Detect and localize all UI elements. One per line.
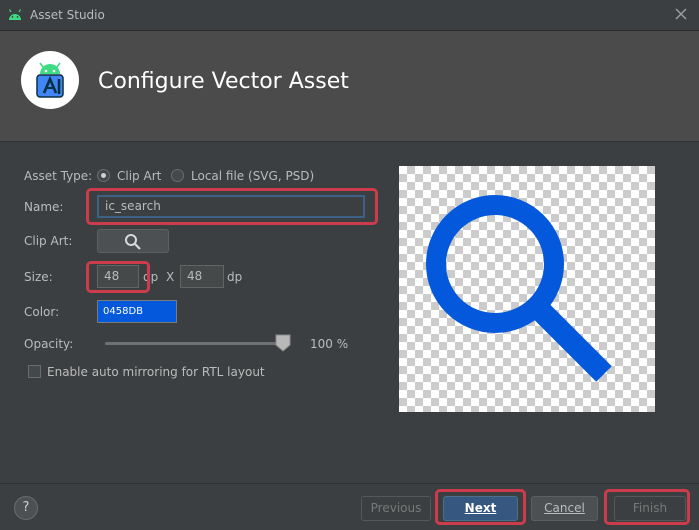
opacity-value: 100 % <box>310 337 349 351</box>
help-button[interactable]: ? <box>14 496 38 520</box>
opacity-label: Opacity: <box>24 337 74 351</box>
size-height-unit: dp <box>227 270 243 284</box>
asset-type-label: Asset Type: <box>24 169 93 183</box>
search-icon <box>426 195 612 382</box>
size-height-input[interactable]: 48 <box>180 265 224 288</box>
size-separator: X <box>166 270 175 284</box>
radio-clip-art-label[interactable]: Clip Art <box>117 169 161 183</box>
next-button[interactable]: Next <box>443 496 518 521</box>
size-label: Size: <box>24 270 53 284</box>
previous-button[interactable]: Previous <box>361 496 431 521</box>
name-input[interactable]: ic_search <box>97 195 365 218</box>
name-label: Name: <box>24 200 64 214</box>
wizard-header: Configure Vector Asset <box>0 31 699 142</box>
clip-art-button[interactable] <box>97 229 169 253</box>
icon-preview <box>399 166 655 412</box>
clip-art-label: Clip Art: <box>24 234 73 248</box>
radio-local-file[interactable] <box>171 169 184 182</box>
opacity-slider-thumb[interactable] <box>275 334 291 352</box>
size-width-input[interactable]: 48 <box>97 265 139 288</box>
opacity-slider-track[interactable] <box>105 342 286 345</box>
title-bar: Asset Studio <box>0 0 699 31</box>
color-picker[interactable]: 0458DB <box>97 300 177 323</box>
color-label: Color: <box>24 305 60 319</box>
finish-button[interactable]: Finish <box>614 496 686 521</box>
radio-local-file-label[interactable]: Local file (SVG, PSD) <box>191 169 314 183</box>
search-icon <box>125 234 141 250</box>
size-width-unit: dp <box>143 270 159 284</box>
radio-clip-art[interactable] <box>97 169 110 182</box>
android-studio-icon <box>36 62 64 98</box>
page-title: Configure Vector Asset <box>98 69 349 94</box>
android-studio-logo <box>21 51 79 109</box>
footer-divider <box>0 483 699 484</box>
android-icon <box>8 9 22 20</box>
cancel-button[interactable]: Cancel <box>531 496 598 521</box>
rtl-mirroring-checkbox[interactable] <box>28 365 41 378</box>
rtl-mirroring-label[interactable]: Enable auto mirroring for RTL layout <box>47 365 265 379</box>
close-icon[interactable] <box>673 6 689 22</box>
window-title: Asset Studio <box>30 8 105 22</box>
